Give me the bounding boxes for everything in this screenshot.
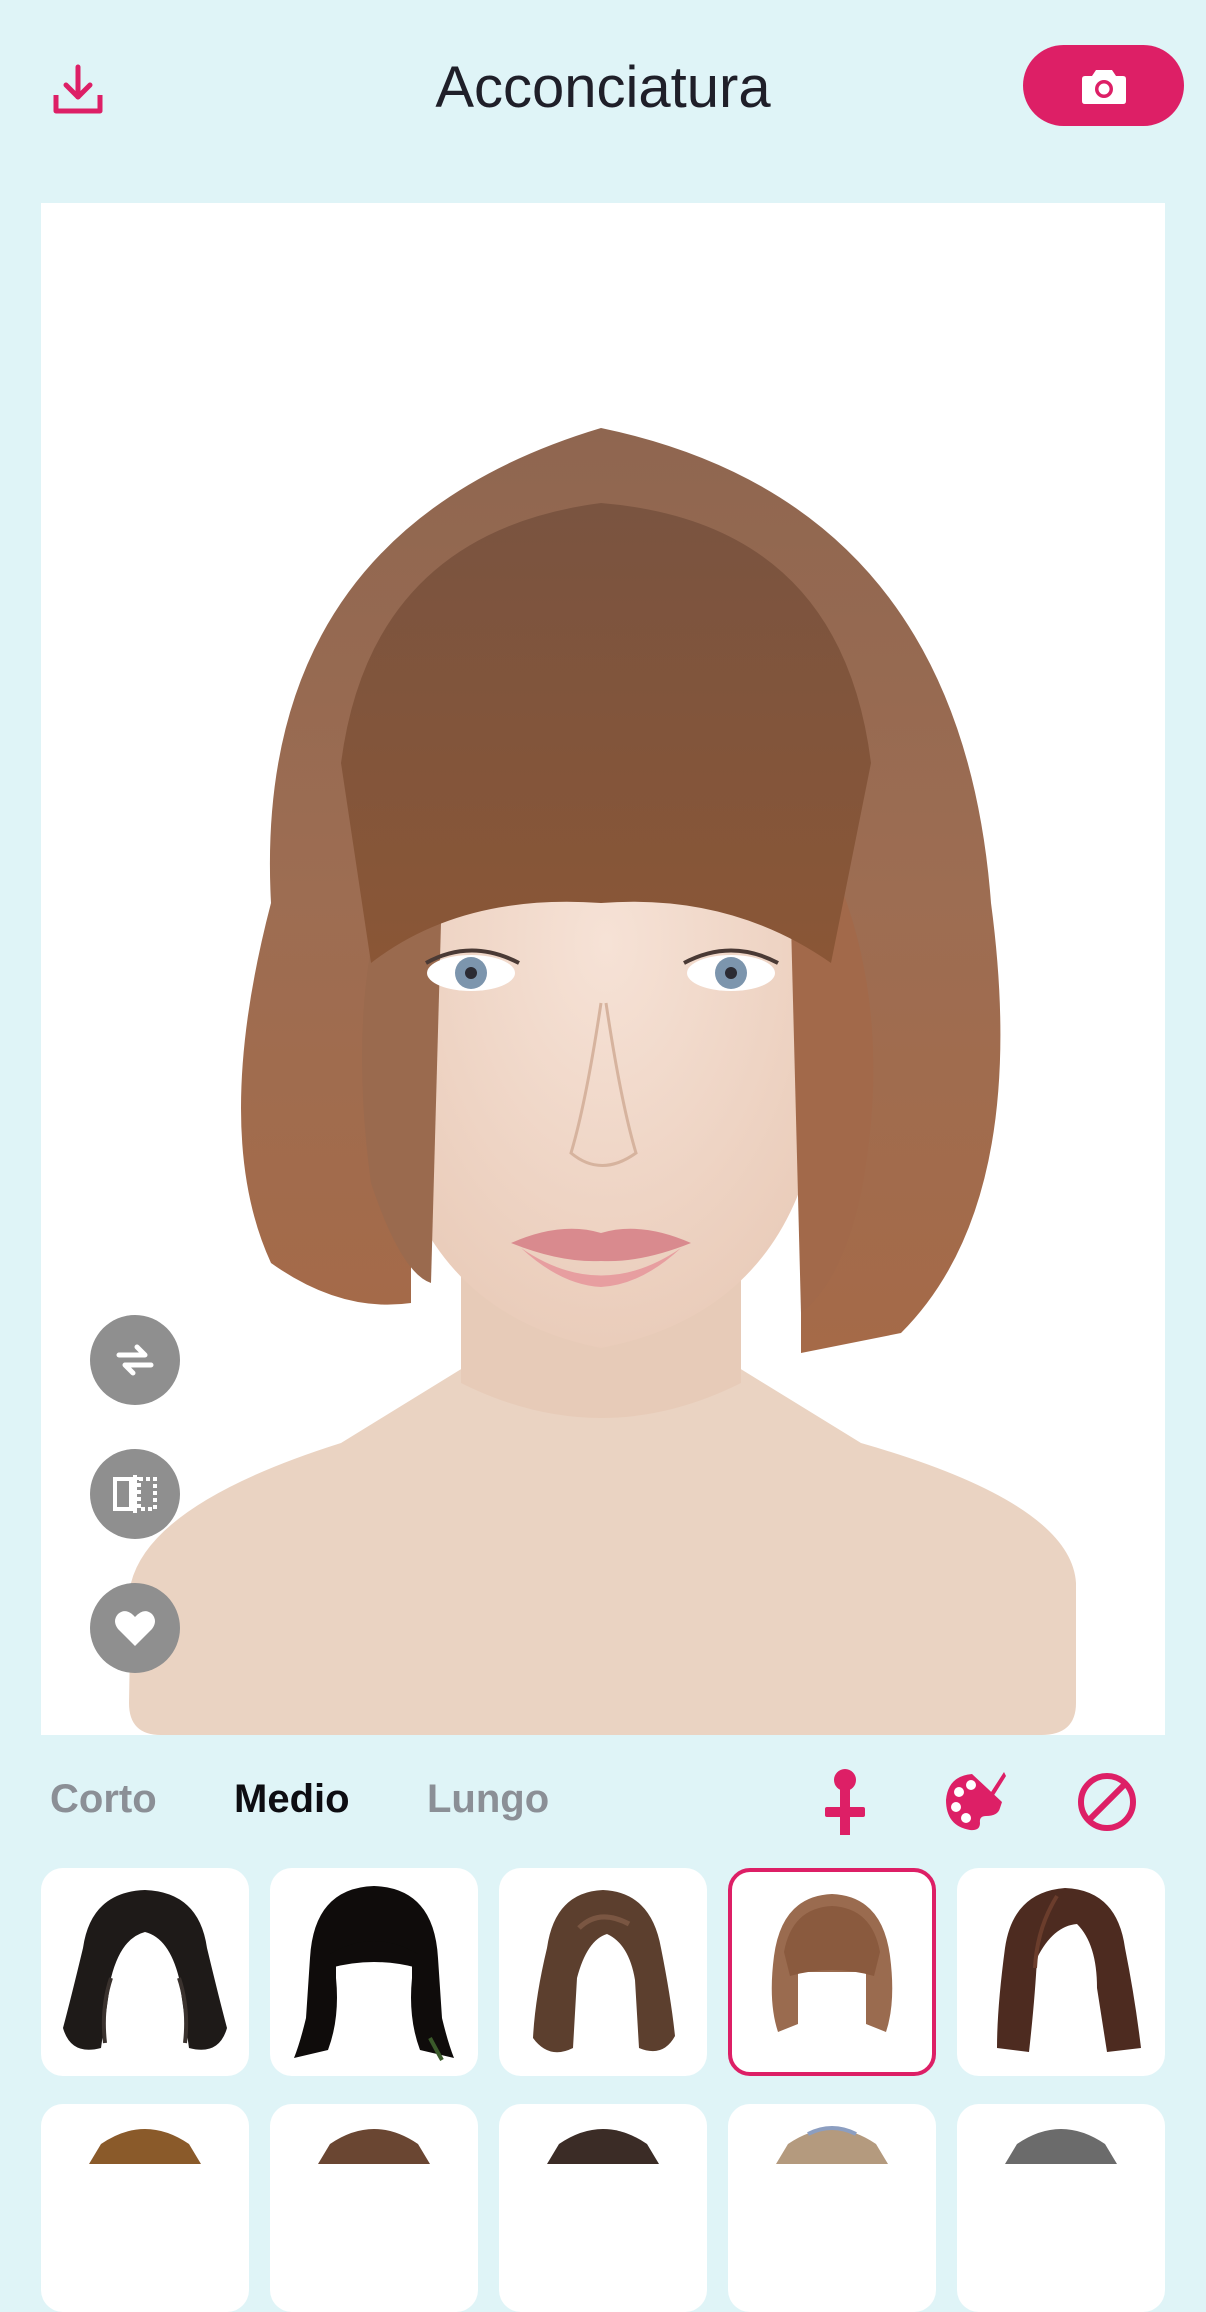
hairstyle-thumb-2[interactable] xyxy=(270,1868,478,2076)
camera-icon xyxy=(1081,69,1126,104)
hairstyle-bangs-black-image xyxy=(294,1886,454,2061)
heart-icon xyxy=(115,1611,155,1646)
palette-button[interactable] xyxy=(939,1766,1011,1838)
hairstyle-wavy-brown-image xyxy=(533,1890,675,2053)
hairstyle-thumb-3[interactable] xyxy=(499,1868,707,2076)
header-bar: Acconciatura xyxy=(0,0,1206,180)
hairstyle-thumb-4[interactable] xyxy=(728,1868,936,2076)
tab-corto[interactable]: Corto xyxy=(50,1774,157,1824)
no-hair-icon xyxy=(1078,1773,1136,1831)
hairstyle-dark-brown-image xyxy=(547,2129,659,2164)
tab-medio[interactable]: Medio xyxy=(234,1774,350,1824)
swap-button[interactable] xyxy=(90,1315,180,1405)
favorite-button[interactable] xyxy=(90,1583,180,1673)
mirror-compare-icon xyxy=(113,1475,157,1513)
hairstyle-blonde-image xyxy=(776,2126,888,2164)
hairstyle-preview xyxy=(41,203,1165,1735)
hairstyle-thumb-5[interactable] xyxy=(957,1868,1165,2076)
tab-lungo[interactable]: Lungo xyxy=(427,1774,549,1824)
mirror-compare-button[interactable] xyxy=(90,1449,180,1539)
hairstyle-thumb-10[interactable] xyxy=(957,2104,1165,2312)
hairstyle-thumb-6[interactable] xyxy=(41,2104,249,2312)
category-bar: Corto Medio Lungo xyxy=(0,1760,1206,1844)
hairstyle-thumb-9[interactable] xyxy=(728,2104,936,2312)
hairstyle-brown-image xyxy=(318,2129,430,2164)
hairstyle-light-brown-image xyxy=(89,2129,201,2164)
palette-icon xyxy=(946,1772,1006,1831)
hairstyle-thumb-8[interactable] xyxy=(499,2104,707,2312)
hairstyle-bob-bangs-image xyxy=(771,1894,893,2032)
hairstyle-gray-image xyxy=(1005,2129,1117,2164)
hairstyle-side-part-image xyxy=(997,1888,1141,2052)
pin-icon xyxy=(825,1769,865,1835)
swap-icon xyxy=(116,1344,154,1376)
pin-button[interactable] xyxy=(809,1766,881,1838)
hairstyle-wavy-dark-image xyxy=(63,1890,227,2050)
camera-button[interactable] xyxy=(1023,45,1184,126)
hairstyle-thumb-1[interactable] xyxy=(41,1868,249,2076)
no-hair-button[interactable] xyxy=(1071,1766,1143,1838)
hairstyle-thumb-7[interactable] xyxy=(270,2104,478,2312)
portrait-image xyxy=(129,428,1076,1735)
